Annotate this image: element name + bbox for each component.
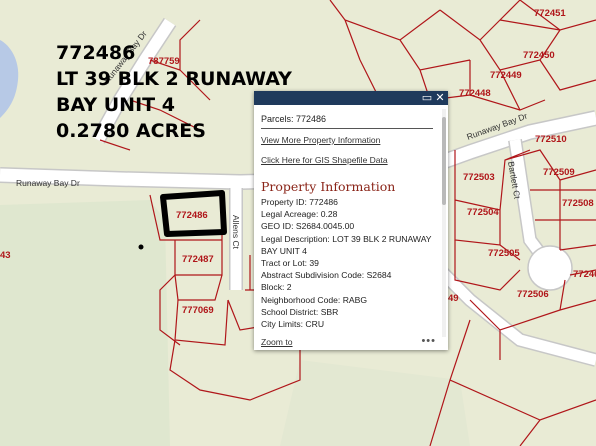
- parcel-label-772504: 772504: [467, 207, 499, 218]
- parcel-label-772506: 772506: [517, 289, 549, 300]
- scrollbar[interactable]: [442, 109, 446, 337]
- field-value: 39: [309, 258, 319, 269]
- maximize-icon[interactable]: ▭: [421, 91, 433, 105]
- road-label-runaway-bay-dr: Runaway Bay Dr: [16, 178, 80, 188]
- parcel-label-772510: 772510: [535, 134, 567, 145]
- field-label: Block:: [261, 282, 285, 293]
- parcel-label-772505: 772505: [488, 248, 520, 259]
- property-field: Tract or Lot: 39: [261, 257, 440, 269]
- open-area-west: [0, 200, 170, 446]
- property-fields: Property ID: 772486 Legal Acreage: 0.28 GE…: [254, 196, 440, 330]
- parcel-label-772508: 772508: [562, 198, 594, 209]
- field-value: CRU: [305, 319, 325, 330]
- road-label-allens-ct: Allens Ct: [231, 215, 241, 250]
- parcel-label-772503: 772503: [463, 172, 495, 183]
- field-label: Legal Acreage:: [261, 209, 319, 220]
- field-value: SBR: [320, 306, 339, 317]
- property-field: Neighborhood Code: RABG: [261, 294, 440, 306]
- field-label: Legal Description:: [261, 233, 330, 244]
- parcel-label-77246: 77246: [573, 269, 596, 280]
- parcel-label-772509: 772509: [543, 167, 575, 178]
- property-field: GEO ID: S2684.0045.00: [261, 220, 440, 232]
- cul-de-sac: [527, 245, 573, 291]
- parcel-label-772450: 772450: [523, 50, 555, 61]
- parcel-label-772486: 772486: [176, 210, 208, 221]
- field-value: S2684.0045.00: [295, 221, 355, 232]
- parcel-label-43: 43: [0, 250, 11, 261]
- scrollbar-thumb[interactable]: [442, 117, 446, 205]
- property-field: Legal Acreage: 0.28: [261, 208, 440, 220]
- field-label: Neighborhood Code:: [261, 294, 341, 305]
- field-label: Abstract Subdivision Code:: [261, 270, 365, 281]
- field-label: City Limits:: [261, 319, 304, 330]
- parcel-label-777069: 777069: [182, 305, 214, 316]
- property-field: Block: 2: [261, 281, 440, 293]
- popup-footer: Zoom to •••: [254, 335, 448, 350]
- popup-header: ▭ ✕: [254, 91, 448, 105]
- marker-dot: [138, 244, 144, 250]
- parcel-label-772487: 772487: [182, 254, 214, 265]
- view-more-info-link[interactable]: View More Property Information: [261, 135, 440, 145]
- field-value: 0.28: [320, 209, 338, 220]
- close-icon[interactable]: ✕: [434, 91, 446, 105]
- property-field: Abstract Subdivision Code: S2684: [261, 269, 440, 281]
- property-info-heading: Property Information: [261, 179, 396, 194]
- field-value: 2: [286, 282, 292, 293]
- field-value: 772486: [309, 197, 338, 207]
- parcel-label-49: 49: [448, 293, 459, 304]
- info-popup: ▭ ✕ Parcels: 772486 View More Property I…: [254, 91, 448, 350]
- property-field: Property ID: 772486: [261, 196, 440, 208]
- popup-body[interactable]: Parcels: 772486 View More Property Infor…: [254, 105, 440, 336]
- parcel-label-772449: 772449: [490, 70, 522, 81]
- field-label: GEO ID:: [261, 221, 294, 232]
- field-label: School District:: [261, 306, 319, 317]
- property-field: Legal Description: LOT 39 BLK 2 RUNAWAY …: [261, 233, 440, 257]
- zoom-to-link[interactable]: Zoom to: [261, 337, 293, 347]
- property-field: City Limits: CRU: [261, 318, 440, 330]
- shapefile-data-link[interactable]: Click Here for GIS Shapefile Data: [261, 155, 440, 165]
- field-label: Property ID:: [261, 197, 307, 207]
- parcel-label-772451: 772451: [534, 8, 566, 19]
- popup-title: Parcels: 772486: [261, 114, 327, 124]
- divider: [261, 128, 433, 129]
- annotation-line: LT 39 BLK 2 RUNAWAY: [56, 68, 292, 90]
- field-label: Tract or Lot:: [261, 258, 308, 269]
- field-value: S2684: [366, 270, 392, 281]
- parcel-label-772448: 772448: [459, 88, 491, 99]
- annotation-line: 772486: [56, 42, 136, 64]
- property-field: School District: SBR: [261, 306, 440, 318]
- more-options-icon[interactable]: •••: [421, 335, 436, 347]
- field-value: RABG: [342, 294, 368, 305]
